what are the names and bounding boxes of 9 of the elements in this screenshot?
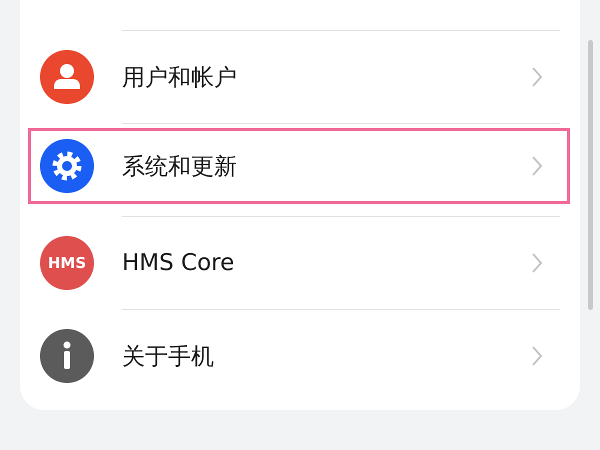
chevron-right-icon	[531, 66, 543, 88]
hms-logo: HMS	[40, 236, 94, 290]
chevron-right-icon	[531, 252, 543, 274]
settings-item[interactable]: HMS HMS Core	[28, 217, 570, 309]
settings-item[interactable]: 关于手机	[28, 310, 570, 402]
settings-item[interactable]: 用户和帐户	[28, 31, 570, 123]
chevron-right-icon	[531, 155, 543, 177]
chevron-right-icon	[531, 345, 543, 367]
settings-item[interactable]: 系统和更新	[28, 128, 570, 204]
